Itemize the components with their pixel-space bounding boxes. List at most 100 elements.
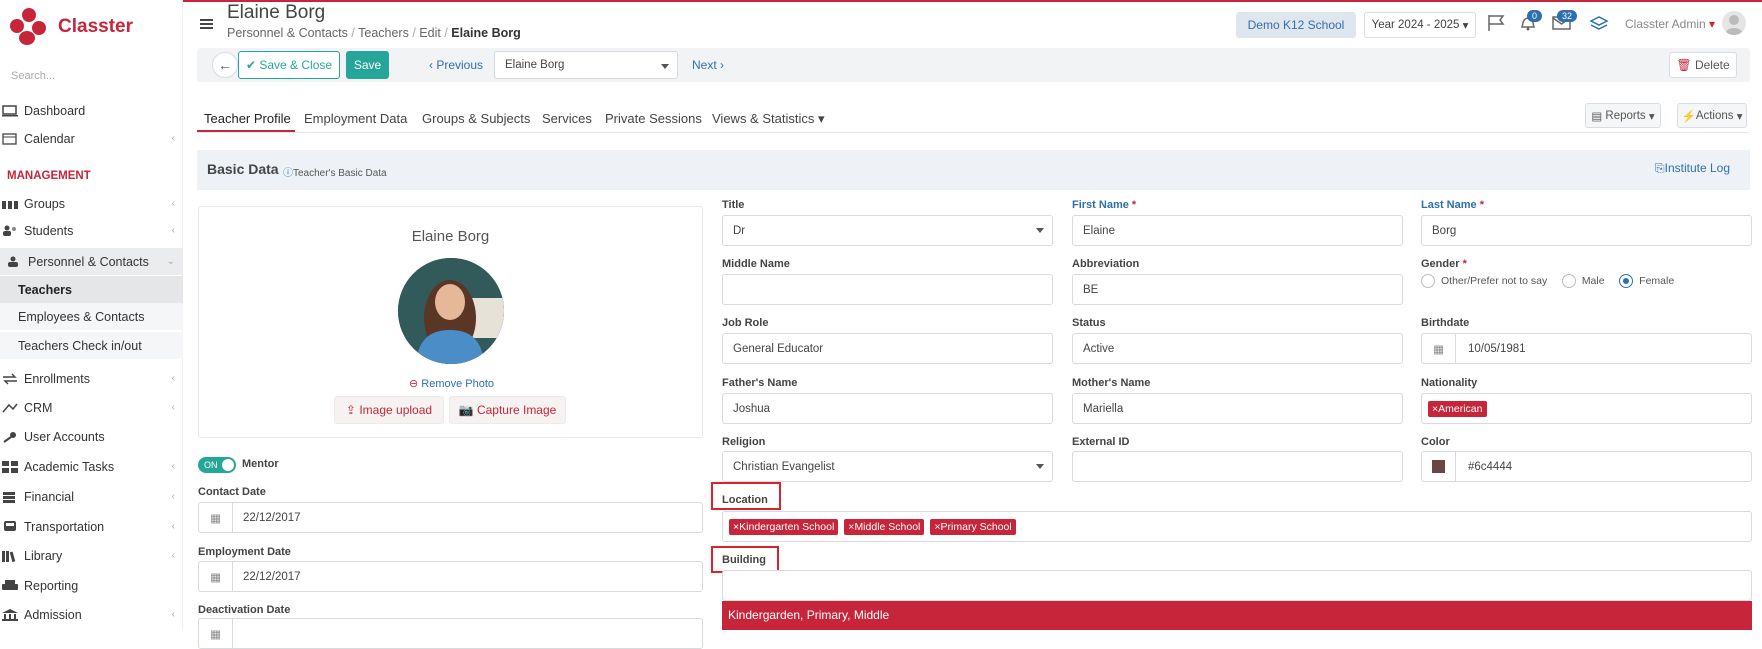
employment-date-label: Employment Date [198, 546, 291, 558]
contact-date-label: Contact Date [198, 486, 266, 498]
sidebar-item-teachers[interactable]: Teachers [0, 276, 183, 303]
nationality-tag[interactable]: ×American [1428, 400, 1487, 417]
breadcrumb-teachers[interactable]: Teachers [358, 26, 409, 40]
location-field[interactable]: ×Kindergarten School ×Middle School ×Pri… [722, 511, 1752, 542]
year-selector[interactable]: Year 2024 - 2025 ▾ [1364, 12, 1476, 38]
admission-icon [2, 608, 18, 621]
image-upload-button[interactable]: ⇪ Image upload [334, 396, 444, 424]
middle-name-field[interactable] [722, 274, 1053, 305]
classter-logo[interactable]: Classter [10, 8, 133, 46]
actions-button[interactable]: ⚡ Actions ▾ [1677, 103, 1747, 128]
color-swatch[interactable] [1422, 452, 1456, 481]
sidebar-item-user-accounts[interactable]: User Accounts [0, 423, 183, 450]
remove-photo-link[interactable]: ⊖ Remove Photo [409, 377, 494, 390]
birthdate-field[interactable]: ▦ 10/05/1981 [1421, 333, 1752, 364]
external-id-field[interactable] [1072, 451, 1403, 482]
sidebar-item-crm[interactable]: CRM ‹ [0, 394, 183, 421]
color-label: Color [1421, 436, 1450, 448]
last-name-field[interactable]: Borg [1421, 215, 1752, 246]
sidebar-item-calendar[interactable]: Calendar ‹ [0, 125, 183, 152]
gender-label: Gender * [1421, 258, 1467, 270]
location-tag[interactable]: ×Kindergarten School [729, 518, 839, 535]
abbreviation-field[interactable]: BE [1072, 274, 1403, 305]
sidebar-item-dashboard[interactable]: Dashboard [0, 97, 183, 124]
capture-image-button[interactable]: 📷 Capture Image [449, 396, 566, 424]
sidebar-item-employees-contacts[interactable]: Employees & Contacts [0, 303, 183, 330]
check-icon: ✔ [245, 58, 256, 72]
job-role-field[interactable]: General Educator [722, 333, 1053, 364]
mothers-name-field[interactable]: Mariella [1072, 393, 1403, 424]
fathers-name-field[interactable]: Joshua [722, 393, 1053, 424]
sidebar-item-library[interactable]: Library ‹ [0, 542, 183, 569]
next-button[interactable]: Next › [692, 58, 724, 72]
chevron-down-icon: ⌄ [166, 256, 175, 267]
gender-option-male[interactable]: Male [1561, 274, 1605, 288]
tab-groups-subjects[interactable]: Groups & Subjects [422, 111, 530, 126]
title-select[interactable]: Dr [722, 215, 1053, 246]
previous-button[interactable]: ‹ Previous [429, 58, 483, 72]
school-selector[interactable]: Demo K12 School [1236, 12, 1356, 38]
profile-name: Elaine Borg [411, 228, 490, 245]
hamburger-menu-icon[interactable] [200, 18, 214, 30]
first-name-field[interactable]: Elaine [1072, 215, 1403, 246]
sidebar-item-reporting[interactable]: Reporting [0, 572, 183, 599]
building-dropdown-option[interactable]: Kindergarden, Primary, Middle [722, 601, 1752, 630]
tab-employment-data[interactable]: Employment Data [304, 111, 407, 126]
tab-services[interactable]: Services [542, 111, 592, 126]
status-field[interactable]: Active [1072, 333, 1403, 364]
capture-image-label: Capture Image [476, 403, 557, 417]
religion-select[interactable]: Christian Evangelist [722, 451, 1053, 482]
breadcrumb-personnel[interactable]: Personnel & Contacts [227, 26, 348, 40]
color-field[interactable]: #6c4444 [1421, 451, 1752, 482]
flag-icon[interactable] [1487, 14, 1507, 35]
institute-log-link[interactable]: ⎘Institute Log [1655, 161, 1730, 176]
location-label: Location [722, 494, 768, 506]
user-menu[interactable]: Classter Admin ▾ [1625, 17, 1715, 31]
layers-icon[interactable] [1589, 13, 1609, 34]
top-accent-bar [183, 0, 1762, 2]
tab-views-statistics[interactable]: Views & Statistics ▾ [712, 111, 825, 127]
mentor-toggle[interactable]: ON [198, 457, 236, 473]
chevron-left-icon: ‹ [171, 133, 175, 144]
nationality-field[interactable]: ×American [1421, 393, 1752, 424]
key-icon [2, 431, 18, 443]
delete-button[interactable]: 🗑 Delete [1669, 52, 1737, 78]
sidebar-item-students[interactable]: Students ‹ [0, 217, 183, 244]
record-selector[interactable]: Elaine Borg [494, 51, 678, 79]
sidebar-item-enrollments[interactable]: Enrollments ‹ [0, 365, 183, 392]
actions-label: Actions [1695, 109, 1734, 122]
breadcrumb-edit[interactable]: Edit [419, 26, 441, 40]
sidebar-item-transportation[interactable]: Transportation ‹ [0, 513, 183, 540]
avatar[interactable] [1722, 11, 1746, 35]
building-field[interactable] [722, 570, 1752, 601]
middle-name-label: Middle Name [722, 258, 790, 270]
sidebar-item-academic-tasks[interactable]: Academic Tasks ‹ [0, 453, 183, 480]
bus-icon [2, 520, 18, 533]
calendar-icon: ▦ [199, 619, 233, 648]
sidebar-item-admission[interactable]: Admission ‹ [0, 601, 183, 628]
chevron-left-icon: ‹ [171, 491, 175, 502]
sidebar-item-personnel-contacts[interactable]: Personnel & Contacts ⌄ [0, 248, 183, 275]
sidebar-item-groups[interactable]: Groups ‹ [0, 190, 183, 217]
location-tag[interactable]: ×Middle School [844, 518, 925, 535]
sidebar-item-financial[interactable]: Financial ‹ [0, 483, 183, 510]
save-button[interactable]: Save [346, 51, 389, 79]
save-close-button[interactable]: ✔ Save & Close [238, 51, 340, 79]
reports-button[interactable]: ▤ Reports ▾ [1585, 103, 1661, 128]
gender-option-other[interactable]: Other/Prefer not to say [1421, 274, 1547, 288]
contact-date-field[interactable]: ▦ 22/12/2017 [198, 502, 703, 533]
deactivation-date-field[interactable]: ▦ [198, 618, 703, 649]
location-tag[interactable]: ×Primary School [930, 518, 1016, 535]
employment-date-field[interactable]: ▦ 22/12/2017 [198, 561, 703, 592]
gender-option-female[interactable]: Female [1619, 274, 1674, 288]
caret-down-icon: ▾ [1462, 20, 1469, 32]
chevron-left-icon: ‹ [171, 373, 175, 384]
sidebar-search-input[interactable]: Search... [11, 70, 55, 82]
back-button[interactable]: ← [212, 52, 238, 78]
sidebar-item-teachers-check[interactable]: Teachers Check in/out [0, 332, 183, 359]
sidebar: Classter Search... Dashboard Calendar ‹ … [0, 0, 183, 631]
sidebar-item-label: Teachers [18, 282, 72, 297]
tab-private-sessions[interactable]: Private Sessions [605, 111, 702, 126]
tab-teacher-profile[interactable]: Teacher Profile [204, 111, 291, 126]
save-close-label: Save & Close [259, 58, 333, 72]
